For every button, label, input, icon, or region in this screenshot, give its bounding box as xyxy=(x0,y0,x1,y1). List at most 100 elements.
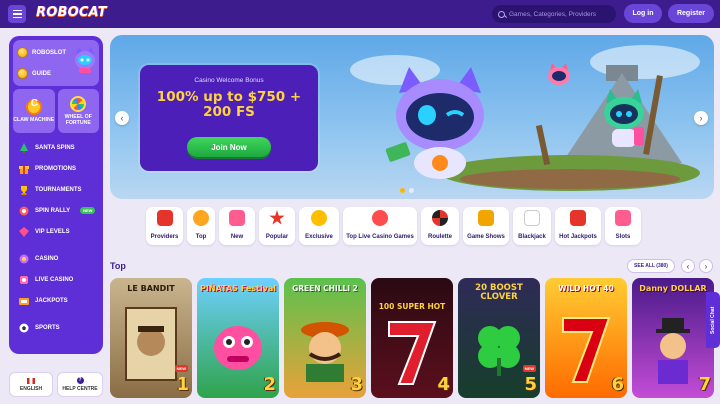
providers-icon xyxy=(156,210,173,226)
games-next-button[interactable]: › xyxy=(699,259,713,273)
sidebar-item-label: GUIDE xyxy=(32,70,52,77)
seven-icon xyxy=(570,210,586,226)
help-label: HELP CENTRE xyxy=(62,386,98,392)
category-label: Hot Jackpots xyxy=(559,234,597,240)
new-badge: NEW xyxy=(174,365,188,372)
banner-next-button[interactable]: › xyxy=(694,111,708,125)
sidebar-item-guide[interactable]: GUIDE xyxy=(17,68,51,79)
login-button[interactable]: Log in xyxy=(624,4,662,23)
sidebar-roboslot-card[interactable]: ROBOSLOT GUIDE xyxy=(13,40,99,86)
help-icon: ? xyxy=(76,377,84,384)
hamburger-menu-button[interactable] xyxy=(8,5,26,23)
register-button[interactable]: Register xyxy=(668,4,714,23)
slots-icon xyxy=(615,210,631,226)
live-chip-icon xyxy=(372,210,388,226)
sidebar-item-label: PROMOTIONS xyxy=(35,165,77,172)
robot-cat-mascot-icon xyxy=(385,67,484,179)
sports-icon xyxy=(19,323,29,332)
game-title: Danny DOLLAR xyxy=(639,284,707,293)
game-card[interactable]: GREEN CHILLI 2 3 xyxy=(284,278,366,398)
game-rank: 1 xyxy=(176,374,189,395)
game-card[interactable]: 20 BOOST CLOVER NEW 5 xyxy=(458,278,540,398)
games-prev-button[interactable]: ‹ xyxy=(681,259,695,273)
game-rank: 7 xyxy=(698,374,711,395)
small-robot-cat-icon xyxy=(604,89,644,147)
category-label: New xyxy=(230,234,244,240)
sidebar-item-vip-levels[interactable]: VIP LEVELS xyxy=(13,221,99,242)
category-slots[interactable]: Slots xyxy=(605,207,641,245)
robot-cat-icon xyxy=(75,47,95,73)
join-now-button[interactable]: Join Now xyxy=(187,137,271,157)
sidebar-item-label: CASINO xyxy=(35,255,59,262)
casino-icon xyxy=(19,254,29,263)
top-medal-icon xyxy=(193,210,209,226)
sidebar-item-spin-rally[interactable]: SPIN RALLY NEW xyxy=(13,200,99,221)
language-label: ENGLISH xyxy=(19,385,43,392)
category-label: Blackjack xyxy=(518,234,546,240)
game-rank: 6 xyxy=(611,374,624,395)
category-blackjack[interactable]: Blackjack xyxy=(513,207,551,245)
game-card[interactable]: 100 SUPER HOT 4 xyxy=(371,278,453,398)
see-all-button[interactable]: SEE ALL (380) xyxy=(627,259,675,273)
sidebar-item-live-casino[interactable]: LIVE CASINO xyxy=(13,269,99,290)
game-card[interactable]: PIÑATAS Festival 2 xyxy=(197,278,279,398)
category-providers[interactable]: Providers xyxy=(146,207,183,245)
category-game-shows[interactable]: Game Shows xyxy=(463,207,509,245)
search-input[interactable] xyxy=(509,10,609,18)
sidebar-item-roboslot[interactable]: ROBOSLOT xyxy=(17,47,66,58)
pagination-dot[interactable] xyxy=(409,188,414,193)
coin-icon xyxy=(17,47,28,58)
category-exclusive[interactable]: Exclusive xyxy=(299,207,339,245)
sidebar-item-label: SANTA SPINS xyxy=(35,144,75,151)
search-box[interactable] xyxy=(492,5,616,23)
new-bell-icon xyxy=(229,210,245,226)
wanted-poster-icon xyxy=(125,307,177,381)
claw-machine-tile[interactable]: CLAW MACHINE xyxy=(13,89,55,133)
game-title: 20 BOOST CLOVER xyxy=(475,283,523,302)
category-label: Exclusive xyxy=(305,234,333,240)
category-top-live-casino-games[interactable]: Top Live Casino Games xyxy=(343,207,417,245)
pagination-dot[interactable] xyxy=(400,188,405,193)
category-label: Roulette xyxy=(428,234,452,240)
sidebar-item-tournaments[interactable]: TOURNAMENTS xyxy=(13,179,99,200)
hero-banner[interactable]: Casino Welcome Bonus 100% up to $750 + 2… xyxy=(110,35,714,199)
category-label: Popular xyxy=(265,234,289,240)
category-hot-jackpots[interactable]: Hot Jackpots xyxy=(555,207,601,245)
sidebar-item-casino[interactable]: CASINO xyxy=(13,248,99,269)
help-centre-button[interactable]: ? HELP CENTRE xyxy=(57,372,103,397)
game-title: PIÑATAS Festival xyxy=(200,284,276,293)
live-casino-icon xyxy=(20,275,28,284)
exclusive-coin-icon xyxy=(311,210,327,226)
sidebar-item-jackpots[interactable]: JACKPOTS xyxy=(13,290,99,311)
game-card[interactable]: Danny DOLLAR 7 xyxy=(632,278,714,398)
sidebar-item-santa-spins[interactable]: SANTA SPINS xyxy=(13,137,99,158)
robocat-logo[interactable]: ROBOCAT xyxy=(36,5,107,20)
wheel-of-fortune-tile[interactable]: WHEEL OF FORTUNE xyxy=(57,89,99,133)
star-icon xyxy=(269,210,285,225)
game-title: WILD HOT 40 xyxy=(558,284,614,293)
category-label: Game Shows xyxy=(467,234,505,240)
roulette-icon xyxy=(432,210,448,226)
sidebar-item-label: LIVE CASINO xyxy=(35,276,74,283)
sidebar-item-label: SPORTS xyxy=(35,324,60,331)
social-chat-button[interactable]: Social Chat xyxy=(706,292,720,348)
sidebar-item-promotions[interactable]: PROMOTIONS xyxy=(13,158,99,179)
game-card[interactable]: WILD HOT 40 6 xyxy=(545,278,627,398)
category-label: Providers xyxy=(150,234,179,240)
category-top[interactable]: Top xyxy=(187,207,215,245)
game-show-icon xyxy=(478,210,494,226)
category-roulette[interactable]: Roulette xyxy=(421,207,459,245)
red-seven-icon xyxy=(562,317,611,383)
tile-label: WHEEL OF FORTUNE xyxy=(64,114,92,126)
sidebar: ROBOSLOT GUIDE CLAW MACHINE WHEEL OF FOR… xyxy=(9,36,103,354)
category-label: Top xyxy=(195,234,207,240)
game-card[interactable]: LE BANDIT NEW 1 xyxy=(110,278,192,398)
language-button[interactable]: ENGLISH xyxy=(9,372,53,397)
sidebar-item-label: VIP LEVELS xyxy=(35,228,70,235)
banner-prev-button[interactable]: ‹ xyxy=(115,111,129,125)
category-popular[interactable]: Popular xyxy=(259,207,295,245)
sidebar-item-label: JACKPOTS xyxy=(35,297,68,304)
sidebar-item-sports[interactable]: SPORTS xyxy=(13,317,99,338)
category-new[interactable]: New xyxy=(219,207,255,245)
tile-label: CLAW MACHINE xyxy=(13,117,55,123)
